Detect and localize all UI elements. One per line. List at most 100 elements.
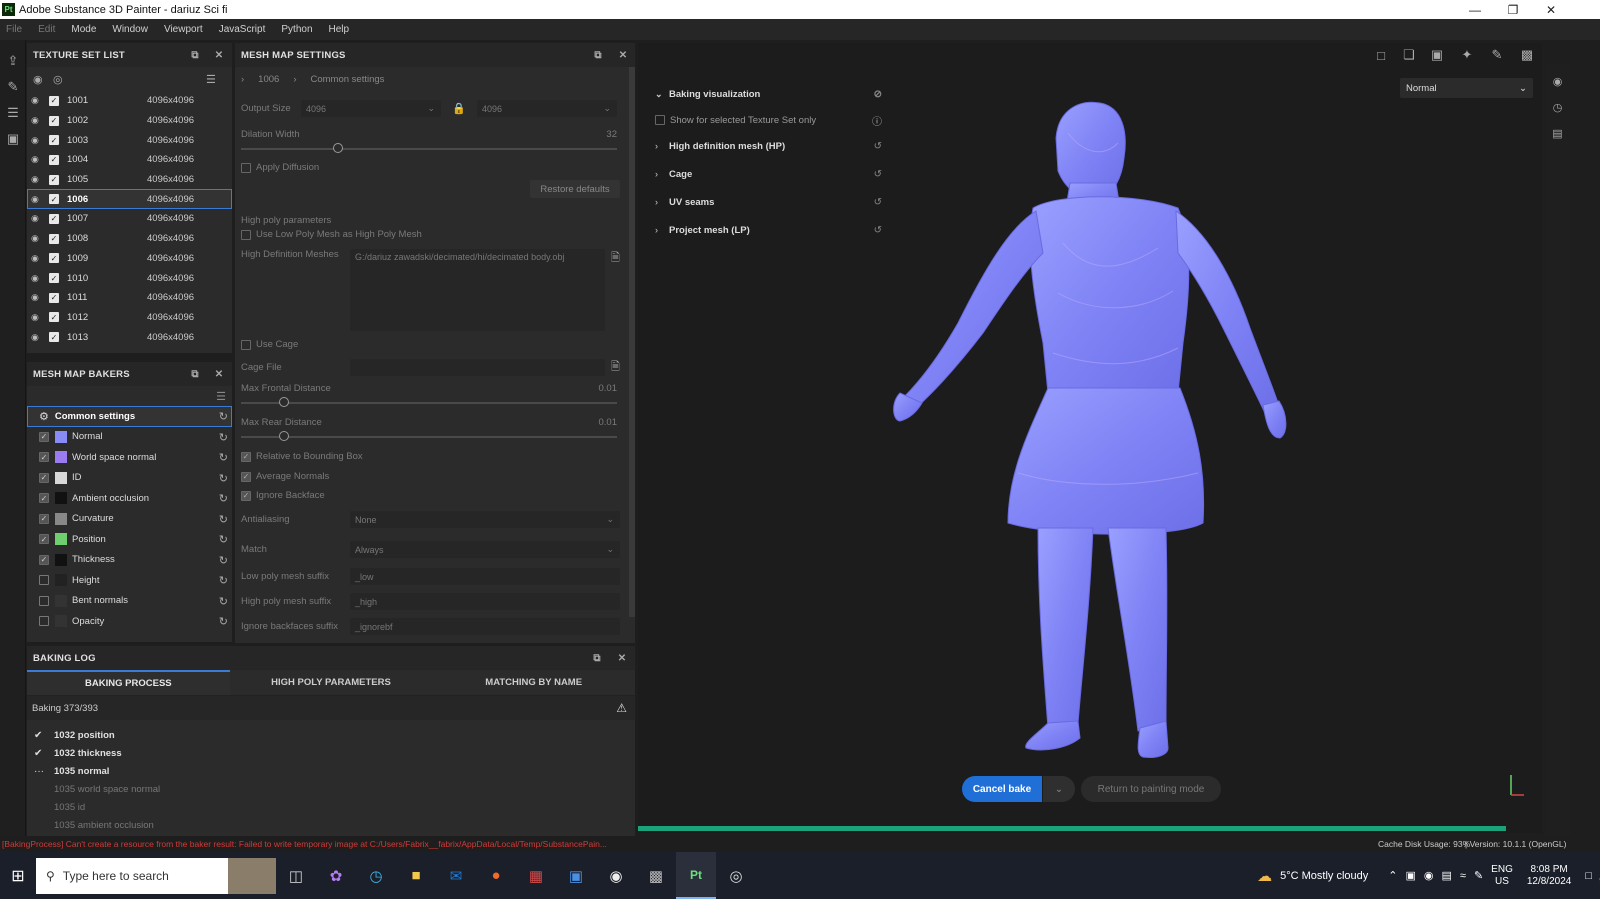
task-view-icon[interactable]: ◫: [276, 852, 316, 899]
texture-set-row[interactable]: ◉ ✓ 1002 4096x4096: [27, 111, 232, 131]
texture-set-checkbox[interactable]: ✓: [49, 174, 59, 185]
texture-set-row[interactable]: ◉ ✓ 1006 4096x4096: [27, 189, 232, 210]
hide-icon[interactable]: ◉: [33, 73, 53, 86]
bv-section[interactable]: › Project mesh (LP) ↺: [648, 216, 888, 244]
bake-icon[interactable]: ▩: [1516, 44, 1538, 66]
scrollbar[interactable]: [629, 67, 635, 617]
texture-set-row[interactable]: ◉ ✓ 1008 4096x4096: [27, 229, 232, 249]
character-model[interactable]: [893, 101, 1287, 758]
reset-icon[interactable]: ↺: [874, 141, 882, 152]
texture-set-checkbox[interactable]: ✓: [49, 95, 59, 106]
error-message[interactable]: [BakingProcess] Can't create a resource …: [0, 839, 1340, 849]
eye-icon[interactable]: ◉: [31, 95, 45, 106]
output-width-select[interactable]: 4096 ⌄: [301, 100, 441, 117]
outlook-icon[interactable]: ✉: [436, 852, 476, 899]
cancel-bake-button[interactable]: Cancel bake: [962, 776, 1042, 802]
texture-set-checkbox[interactable]: ✓: [49, 273, 59, 284]
sync-icon[interactable]: ↻: [219, 431, 228, 444]
eye-icon[interactable]: ◉: [31, 174, 45, 185]
shelf-icon[interactable]: ✎: [0, 74, 26, 100]
eye-icon[interactable]: ◉: [31, 273, 45, 284]
output-height-select[interactable]: 4096 ⌄: [477, 100, 617, 117]
texture-set-checkbox[interactable]: ✓: [49, 312, 59, 323]
close-panel-icon[interactable]: ✕: [614, 650, 630, 666]
ignore-backface-checkbox[interactable]: ✓: [241, 490, 251, 501]
camera-mode-icon[interactable]: □: [1370, 44, 1392, 66]
texture-set-row[interactable]: ◉ ✓ 1010 4096x4096: [27, 268, 232, 288]
sync-icon[interactable]: ↻: [219, 513, 228, 526]
show-selected-row[interactable]: Show for selected Texture Set only ⓘ: [648, 108, 888, 132]
tab-baking-process[interactable]: BAKING PROCESS: [27, 670, 230, 695]
texture-set-row[interactable]: ◉ ✓ 1003 4096x4096: [27, 130, 232, 150]
texture-set-row[interactable]: ◉ ✓ 1012 4096x4096: [27, 308, 232, 328]
hd-meshes-list[interactable]: G:/dariuz zawadski/decimated/hi/decimate…: [350, 249, 605, 331]
sync-icon[interactable]: ↻: [219, 451, 228, 464]
history-icon[interactable]: ◷: [1545, 94, 1570, 120]
bv-section[interactable]: › UV seams ↺: [648, 188, 888, 216]
winrar-icon[interactable]: ▦: [516, 852, 556, 899]
close-panel-icon[interactable]: ✕: [615, 47, 631, 63]
sync-icon[interactable]: ↻: [219, 554, 228, 567]
crumb-section[interactable]: Common settings: [310, 74, 384, 85]
undock-icon[interactable]: ⧉: [589, 650, 605, 666]
store-icon[interactable]: ▣: [556, 852, 596, 899]
dilation-slider-handle[interactable]: [333, 143, 343, 153]
lock-icon[interactable]: 🔒: [441, 102, 477, 115]
texture-set-row[interactable]: ◉ ✓ 1011 4096x4096: [27, 288, 232, 308]
layers-icon[interactable]: ☰: [0, 100, 26, 126]
cancel-bake-dropdown[interactable]: ⌄: [1043, 776, 1075, 802]
windows-start-icon[interactable]: ⊞: [0, 852, 36, 899]
baker-row[interactable]: ✓ Normal ↻: [27, 427, 232, 448]
menu-python[interactable]: Python: [281, 24, 312, 35]
texture-set-row[interactable]: ◉ ✓ 1007 4096x4096: [27, 209, 232, 229]
menu-window[interactable]: Window: [112, 24, 148, 35]
eye-icon[interactable]: ◉: [31, 253, 45, 264]
menu-javascript[interactable]: JavaScript: [219, 24, 266, 35]
eye-icon[interactable]: ◉: [31, 194, 45, 205]
weather-icon[interactable]: ☁: [1257, 867, 1272, 885]
high-suffix-input[interactable]: _high: [350, 593, 620, 610]
baker-checkbox[interactable]: [39, 616, 49, 627]
use-low-poly-checkbox[interactable]: [241, 229, 251, 240]
texture-set-row[interactable]: ◉ ✓ 1004 4096x4096: [27, 150, 232, 170]
display-mode-icon[interactable]: ❏: [1398, 44, 1420, 66]
use-cage-row[interactable]: Use Cage: [241, 339, 298, 350]
baker-checkbox[interactable]: ✓: [39, 431, 49, 442]
apply-diffusion-row[interactable]: Apply Diffusion: [241, 162, 319, 173]
baker-row[interactable]: ✓ Ambient occlusion ↻: [27, 488, 232, 509]
baker-row[interactable]: Opacity ↻: [27, 611, 232, 632]
texture-set-checkbox[interactable]: ✓: [49, 154, 59, 165]
max-frontal-slider-handle[interactable]: [279, 397, 289, 407]
bv-section[interactable]: › High definition mesh (HP) ↺: [648, 132, 888, 160]
baker-common-settings[interactable]: ⚙ Common settings ↻: [27, 406, 232, 427]
texture-set-checkbox[interactable]: ✓: [49, 135, 59, 146]
baker-row[interactable]: ✓ World space normal ↻: [27, 447, 232, 468]
menu-mode[interactable]: Mode: [71, 24, 96, 35]
use-low-poly-row[interactable]: Use Low Poly Mesh as High Poly Mesh: [241, 229, 422, 240]
file-explorer-icon[interactable]: ■: [396, 852, 436, 899]
sync-icon[interactable]: ↻: [219, 533, 228, 546]
notification-icon[interactable]: □9: [1585, 870, 1600, 885]
mic-icon[interactable]: ◉: [1424, 869, 1434, 882]
edge-icon[interactable]: ◷: [356, 852, 396, 899]
display-settings-icon[interactable]: ◉: [1545, 68, 1570, 94]
baker-checkbox[interactable]: ✓: [39, 452, 49, 463]
max-frontal-slider[interactable]: [241, 402, 617, 404]
language-indicator[interactable]: ENG US: [1491, 864, 1513, 888]
show-selected-checkbox[interactable]: [655, 115, 665, 125]
substance-painter-taskbar-icon[interactable]: Pt: [676, 852, 716, 899]
menu-help[interactable]: Help: [329, 24, 350, 35]
taskbar-search[interactable]: ⚲ Type here to search: [36, 857, 276, 894]
sync-icon[interactable]: ↻: [219, 492, 228, 505]
menu-viewport[interactable]: Viewport: [164, 24, 203, 35]
baker-checkbox[interactable]: ✓: [39, 534, 49, 545]
baker-row[interactable]: ✓ ID ↻: [27, 468, 232, 489]
texture-set-checkbox[interactable]: ✓: [49, 292, 59, 303]
max-rear-slider-handle[interactable]: [279, 431, 289, 441]
reset-icon[interactable]: ↺: [874, 169, 882, 180]
return-painting-button[interactable]: Return to painting mode: [1081, 776, 1221, 802]
minimize-icon[interactable]: —: [1456, 0, 1494, 19]
texture-set-row[interactable]: ◉ ✓ 1005 4096x4096: [27, 170, 232, 190]
sync-icon[interactable]: ↻: [219, 615, 228, 628]
network-icon[interactable]: ▤: [1442, 869, 1452, 882]
